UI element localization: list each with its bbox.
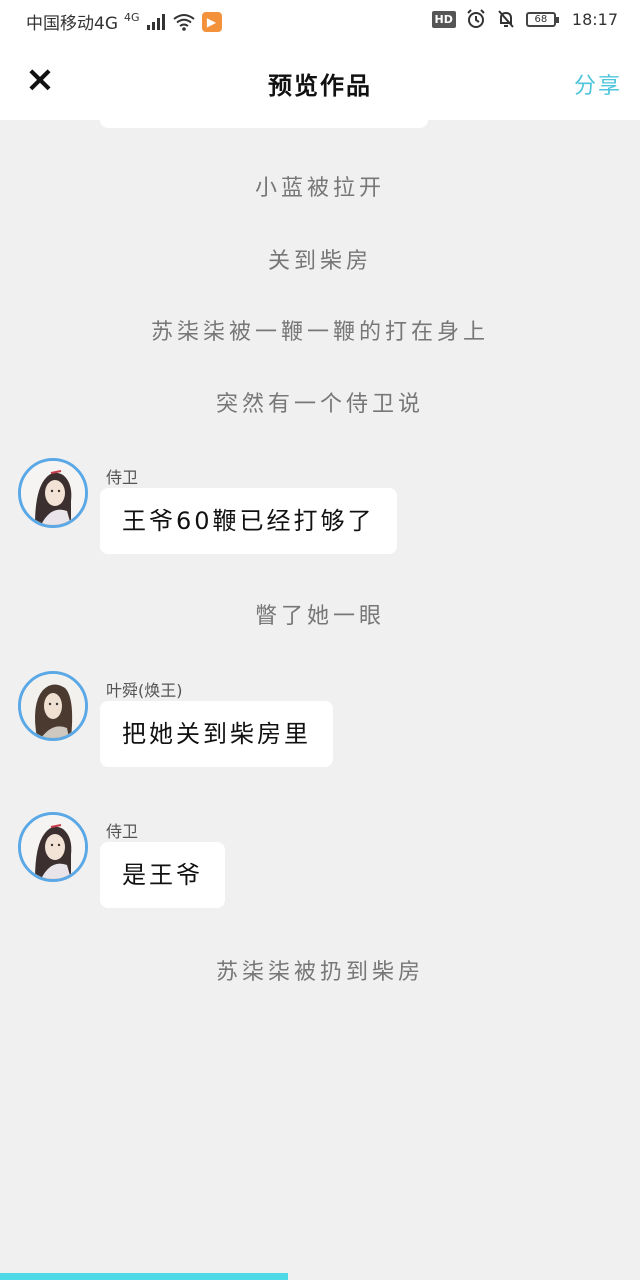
narration-line: 瞥了她一眼 xyxy=(254,604,385,629)
message-bubble: 把她关到柴房里 xyxy=(100,701,333,767)
avatar[interactable] xyxy=(18,812,88,882)
hd-badge: HD xyxy=(431,10,456,28)
guard-portrait-icon xyxy=(21,461,85,525)
narration-line: 关到柴房 xyxy=(267,249,372,274)
reading-progress-bar xyxy=(0,1273,640,1280)
mute-bell-icon xyxy=(498,10,514,28)
partial-message-bubble xyxy=(100,114,428,128)
status-bar: 中国移动4G 4G ▶ HD 68 18:17 xyxy=(0,0,640,42)
sender-name: 叶舜(焕王) xyxy=(106,681,183,700)
narration-line: 突然有一个侍卫说 xyxy=(215,392,424,417)
signal-icon xyxy=(146,13,165,30)
wifi-icon xyxy=(172,13,195,31)
carrier-label: 中国移动4G xyxy=(26,14,118,34)
status-right: HD 68 18:17 xyxy=(431,9,618,29)
reading-progress-fill xyxy=(0,1273,288,1280)
share-button[interactable]: 分享 xyxy=(574,68,622,100)
alarm-icon xyxy=(467,9,485,28)
page-title: 预览作品 xyxy=(268,72,372,100)
prince-portrait-icon xyxy=(21,674,85,738)
narration-line: 苏柒柒被扔到柴房 xyxy=(215,960,424,985)
sender-name: 侍卫 xyxy=(106,468,139,487)
avatar[interactable] xyxy=(18,671,88,741)
battery-icon: 68 xyxy=(525,11,559,27)
narration-line: 苏柒柒被一鞭一鞭的打在身上 xyxy=(150,320,489,345)
guard-portrait-icon xyxy=(21,815,85,879)
status-left: 中国移动4G 4G ▶ xyxy=(26,9,222,34)
narration-line: 小蓝被拉开 xyxy=(254,176,385,201)
message-bubble: 是王爷 xyxy=(100,842,225,908)
sender-name: 侍卫 xyxy=(106,822,139,841)
message-bubble: 王爷60鞭已经打够了 xyxy=(100,488,397,554)
avatar[interactable] xyxy=(18,458,88,528)
chat-preview-screen: 中国移动4G 4G ▶ HD 68 18:17 × 预览作品 分享 小蓝被拉开 … xyxy=(0,0,640,1280)
app-header: × 预览作品 分享 xyxy=(0,42,640,120)
network-type-label: 4G xyxy=(124,11,140,24)
clock: 18:17 xyxy=(571,9,618,29)
video-app-icon: ▶ xyxy=(201,11,222,32)
